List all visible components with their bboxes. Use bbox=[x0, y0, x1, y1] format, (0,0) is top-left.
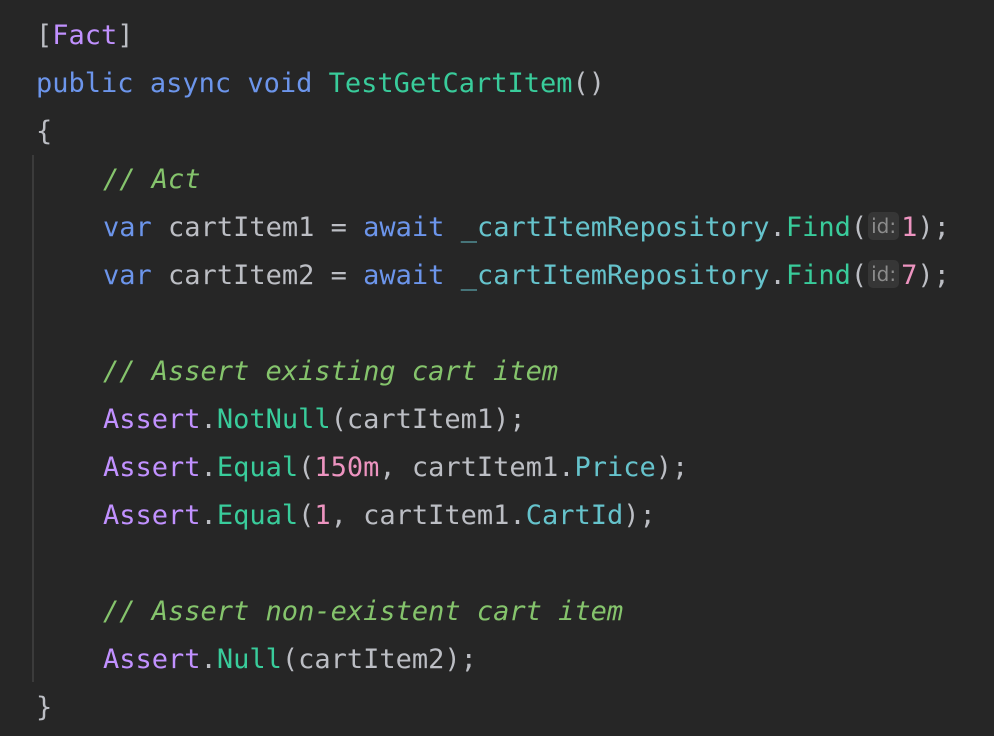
assert-class: Assert bbox=[103, 500, 201, 531]
attribute-name: Fact bbox=[52, 20, 118, 51]
argument-number: 7 bbox=[901, 260, 918, 291]
comment-act: // Act bbox=[103, 164, 201, 195]
code-line-comment-act: // Act bbox=[36, 156, 201, 204]
comment-assert-nonexistent: // Assert non-existent cart item bbox=[103, 596, 624, 627]
actual-object: , cartItem1. bbox=[379, 452, 575, 483]
keyword-var: var bbox=[103, 212, 152, 243]
paren-open: ( bbox=[850, 260, 868, 291]
assert-method: NotNull bbox=[216, 404, 331, 435]
code-line-method-signature: public async void TestGetCartItem() bbox=[36, 60, 605, 108]
paren-open: ( bbox=[298, 452, 315, 483]
keyword-async: async bbox=[149, 68, 232, 99]
call-args: (cartItem2); bbox=[281, 644, 477, 675]
code-line-assert-equal-price: Assert.Equal(150m, cartItem1.Price); bbox=[36, 444, 688, 492]
keyword-await: await bbox=[363, 260, 445, 291]
dot: . bbox=[200, 644, 217, 675]
code-line-attribute: [Fact] bbox=[36, 12, 134, 60]
code-line-close-brace: } bbox=[36, 684, 52, 732]
argument-number: 1 bbox=[901, 212, 918, 243]
find-method: Find bbox=[785, 260, 851, 291]
code-line-var-cartitem1: var cartItem1 = await _cartItemRepositor… bbox=[36, 204, 950, 252]
method-parens: () bbox=[572, 68, 606, 99]
parameter-hint: id: bbox=[868, 260, 900, 288]
dot: . bbox=[200, 452, 217, 483]
paren-open: ( bbox=[850, 212, 868, 243]
code-line-var-cartitem2: var cartItem2 = await _cartItemRepositor… bbox=[36, 252, 950, 300]
expected-number: 1 bbox=[314, 500, 331, 531]
repository-field: _cartItemRepository bbox=[460, 260, 770, 291]
parameter-hint: id: bbox=[868, 212, 900, 240]
find-method: Find bbox=[785, 212, 851, 243]
actual-object: , cartItem1. bbox=[330, 500, 526, 531]
code-line-assert-null: Assert.Null(cartItem2); bbox=[36, 636, 477, 684]
dot: . bbox=[769, 260, 786, 291]
assert-method: Equal bbox=[216, 500, 299, 531]
property-name: Price bbox=[574, 452, 656, 483]
code-line-assert-notnull: Assert.NotNull(cartItem1); bbox=[36, 396, 526, 444]
assert-method: Null bbox=[216, 644, 282, 675]
dot: . bbox=[769, 212, 786, 243]
variable-name: cartItem2 bbox=[168, 260, 315, 291]
paren-close: ); bbox=[917, 212, 950, 243]
indent-guide bbox=[32, 155, 34, 682]
variable-name: cartItem1 bbox=[168, 212, 315, 243]
method-name: TestGetCartItem bbox=[328, 68, 573, 99]
comment-assert-existing: // Assert existing cart item bbox=[103, 356, 559, 387]
code-line-assert-equal-cartid: Assert.Equal(1, cartItem1.CartId); bbox=[36, 492, 656, 540]
assign-op: = bbox=[314, 260, 364, 291]
code-line-comment-assert-nonexistent: // Assert non-existent cart item bbox=[36, 588, 623, 636]
code-editor[interactable]: [Fact] public async void TestGetCartItem… bbox=[0, 0, 994, 736]
open-brace: { bbox=[36, 116, 53, 147]
paren-close: ); bbox=[917, 260, 950, 291]
dot: . bbox=[200, 500, 217, 531]
bracket-open: [ bbox=[36, 20, 53, 51]
paren-close: ); bbox=[655, 452, 689, 483]
paren-open: ( bbox=[298, 500, 315, 531]
call-args: (cartItem1); bbox=[330, 404, 526, 435]
assert-class: Assert bbox=[103, 644, 201, 675]
dot: . bbox=[200, 404, 217, 435]
code-line-comment-assert-existing: // Assert existing cart item bbox=[36, 348, 558, 396]
code-line-open-brace: { bbox=[36, 108, 52, 156]
assert-class: Assert bbox=[103, 404, 201, 435]
bracket-close: ] bbox=[117, 20, 134, 51]
property-name: CartId bbox=[525, 500, 624, 531]
repository-field: _cartItemRepository bbox=[460, 212, 770, 243]
assert-class: Assert bbox=[103, 452, 201, 483]
close-brace: } bbox=[36, 692, 53, 723]
paren-close: ); bbox=[623, 500, 656, 531]
keyword-var: var bbox=[103, 260, 152, 291]
assert-method: Equal bbox=[216, 452, 299, 483]
keyword-public: public bbox=[36, 68, 134, 99]
keyword-await: await bbox=[363, 212, 445, 243]
expected-number: 150m bbox=[314, 452, 380, 483]
assign-op: = bbox=[314, 212, 364, 243]
keyword-void: void bbox=[247, 68, 313, 99]
